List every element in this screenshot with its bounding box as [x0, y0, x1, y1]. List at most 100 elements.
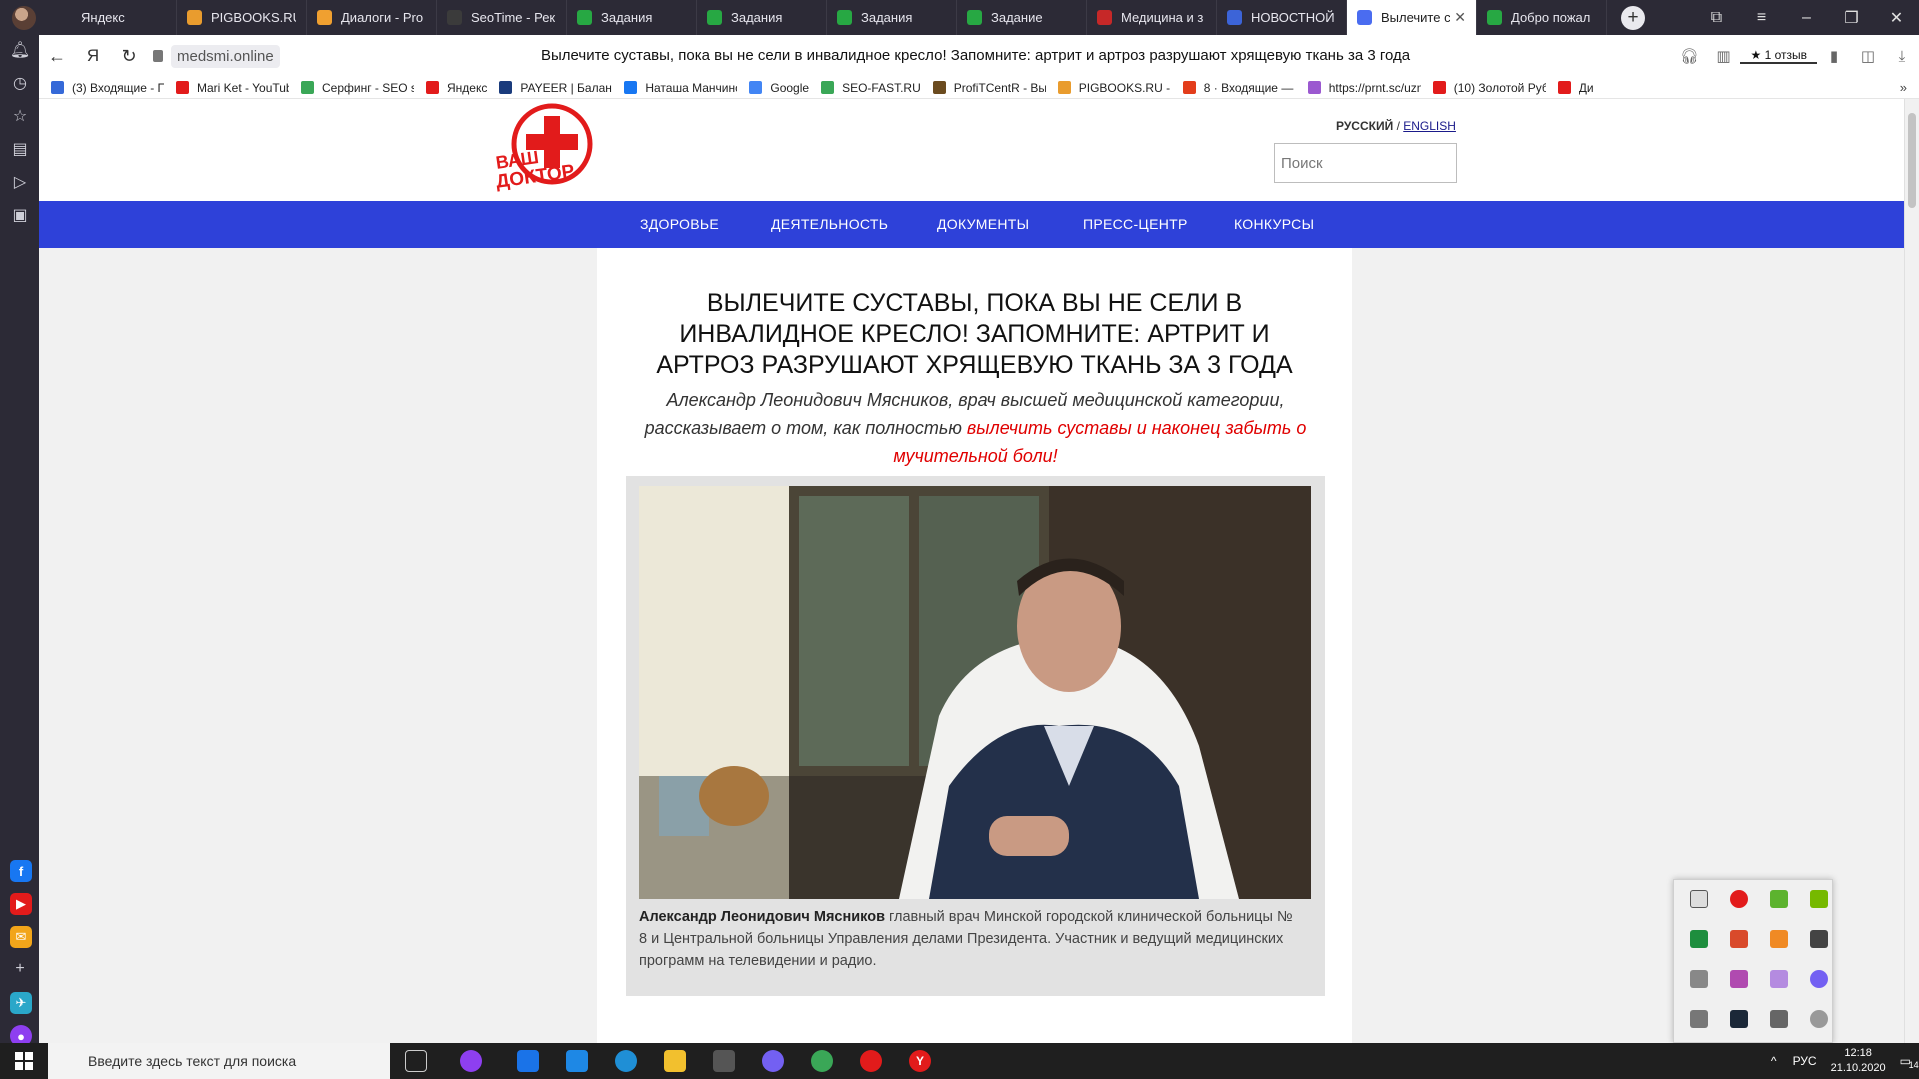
app-tray-icon[interactable]: [1730, 970, 1748, 988]
mail-taskbar-icon[interactable]: [517, 1050, 539, 1072]
chrome-icon[interactable]: [811, 1050, 833, 1072]
file-explorer-icon[interactable]: [664, 1050, 686, 1072]
youtube-icon[interactable]: ▶: [10, 893, 32, 915]
browser-tab[interactable]: НОВОСТНОЙ: [1217, 0, 1347, 35]
messenger-icon[interactable]: ✈: [10, 992, 32, 1014]
nav-documents[interactable]: ДОКУМЕНТЫ: [937, 216, 1029, 232]
sync-icon[interactable]: [1810, 930, 1828, 948]
collections-icon[interactable]: ▤: [10, 139, 30, 159]
mail-icon[interactable]: ✉: [10, 926, 32, 948]
bookmark-item[interactable]: Серфинг - SEO spr: [301, 81, 414, 95]
lang-ru-link[interactable]: РУССКИЙ: [1336, 119, 1393, 133]
clock[interactable]: 12:18 21.10.2020: [1831, 1046, 1886, 1076]
close-window-button[interactable]: ✕: [1874, 8, 1919, 28]
add-app-icon[interactable]: +: [10, 959, 30, 979]
feather-icon[interactable]: [1770, 970, 1788, 988]
nav-press-center[interactable]: ПРЕСС-ЦЕНТР: [1083, 216, 1188, 232]
bookmark-item[interactable]: Наташа Манчинск: [624, 81, 737, 95]
headphones-icon[interactable]: 🎧︎: [1672, 47, 1706, 65]
play-icon[interactable]: ▷: [10, 172, 30, 192]
history-icon[interactable]: ◷: [10, 73, 30, 93]
viber-tray-icon[interactable]: [1810, 970, 1828, 988]
browser-tab[interactable]: Добро пожал: [1477, 0, 1607, 35]
store-icon[interactable]: [713, 1050, 735, 1072]
menu-icon[interactable]: ≡: [1739, 9, 1784, 27]
task-view-icon[interactable]: [405, 1050, 427, 1072]
language-indicator[interactable]: РУС: [1793, 1054, 1817, 1068]
facebook-icon[interactable]: f: [10, 860, 32, 882]
start-button[interactable]: [0, 1043, 48, 1079]
bookmark-icon[interactable]: ▮: [1817, 47, 1851, 65]
url-text[interactable]: medsmi.online: [171, 44, 280, 68]
tray-expand-icon[interactable]: ^: [1771, 1054, 1777, 1068]
lang-en-link[interactable]: ENGLISH: [1403, 119, 1456, 133]
browser-tab[interactable]: Диалоги - Pro: [307, 0, 437, 35]
minimize-button[interactable]: –: [1784, 9, 1829, 27]
nav-activity[interactable]: ДЕЯТЕЛЬНОСТЬ: [771, 216, 888, 232]
audio-icon[interactable]: [1730, 930, 1748, 948]
browser-tab[interactable]: Задания: [827, 0, 957, 35]
profile-avatar[interactable]: [0, 0, 47, 35]
close-tab-icon[interactable]: ✕: [1450, 9, 1466, 26]
bookmark-item[interactable]: PAYEER | Баланс: [499, 81, 612, 95]
bookmark-item[interactable]: 8 · Входящие — Я: [1182, 81, 1296, 95]
edge-icon[interactable]: [615, 1050, 637, 1072]
browser-tab[interactable]: Задания: [567, 0, 697, 35]
browser-tab[interactable]: Задания: [697, 0, 827, 35]
site-search-input[interactable]: Поиск: [1274, 143, 1457, 183]
bell-icon[interactable]: 🔔︎: [10, 40, 30, 60]
shield-icon[interactable]: [1690, 930, 1708, 948]
browser-tab[interactable]: Задание: [957, 0, 1087, 35]
arrow-tray-icon[interactable]: [1690, 970, 1708, 988]
notifications-icon[interactable]: ▭ 14: [1900, 1054, 1919, 1070]
reader-icon[interactable]: ▥: [1706, 47, 1740, 65]
download-icon[interactable]: ⤓: [1885, 48, 1919, 65]
taskbar-search-input[interactable]: Введите здесь текст для поиска: [48, 1043, 390, 1079]
new-tab-button[interactable]: +: [1621, 5, 1645, 30]
bookmark-item[interactable]: Яндекс: [426, 81, 487, 95]
bookmark-item[interactable]: Ди: [1557, 81, 1594, 95]
bookmark-item[interactable]: SEO-FAST.RU: [821, 81, 921, 95]
opera-icon[interactable]: [860, 1050, 882, 1072]
bookmark-item[interactable]: PIGBOOKS.RU - Сч: [1057, 81, 1171, 95]
page-scrollbar[interactable]: [1904, 99, 1919, 1043]
nav-health[interactable]: ЗДОРОВЬЕ: [640, 216, 719, 232]
yandex-logo-icon[interactable]: Я: [75, 46, 111, 66]
skype-icon[interactable]: [1810, 1010, 1828, 1028]
nav-contests[interactable]: КОНКУРСЫ: [1234, 216, 1314, 232]
browser-tab[interactable]: Вылечите с ✕: [1347, 0, 1477, 35]
speaker-icon[interactable]: [1770, 1010, 1788, 1028]
yandex-tray-icon[interactable]: [1730, 890, 1748, 908]
back-arrow-icon[interactable]: ←: [39, 46, 75, 67]
bookmark-item[interactable]: https://prnt.sc/uzm: [1307, 81, 1421, 95]
bookmark-item[interactable]: Google: [749, 81, 809, 95]
bookmark-item[interactable]: (10) Золотой Рубл: [1432, 81, 1546, 95]
tablets-icon[interactable]: ⧉: [1694, 9, 1739, 27]
steam-icon[interactable]: [1730, 1010, 1748, 1028]
viber-icon[interactable]: [762, 1050, 784, 1072]
bookmark-item[interactable]: ProfiTCentR - Выв: [932, 81, 1046, 95]
calendar-icon[interactable]: ▣: [10, 205, 30, 225]
reload-icon[interactable]: ↻: [111, 46, 147, 67]
yandex-browser-icon[interactable]: Y: [909, 1050, 931, 1072]
download-tray-icon[interactable]: [1770, 890, 1788, 908]
url-field[interactable]: medsmi.online: [153, 44, 280, 68]
bookmark-item[interactable]: (3) Входящие - По: [51, 81, 164, 95]
wifi-icon[interactable]: [1690, 1010, 1708, 1028]
alice-taskbar-icon[interactable]: [460, 1050, 482, 1072]
browser-tab[interactable]: Медицина и з: [1087, 0, 1217, 35]
nvidia-icon[interactable]: [1810, 890, 1828, 908]
restore-button[interactable]: ❐: [1829, 8, 1874, 28]
site-logo[interactable]: ВАШ ДОКТОР: [494, 102, 598, 193]
more-bookmarks-icon[interactable]: »: [1900, 80, 1907, 95]
browser-tab[interactable]: Яндекс: [47, 0, 177, 35]
metamask-icon[interactable]: [1770, 930, 1788, 948]
extensions-icon[interactable]: ◫: [1851, 47, 1885, 65]
bookmark-item[interactable]: Mari Ket - YouTube: [176, 81, 289, 95]
scrollbar-thumb[interactable]: [1908, 113, 1916, 208]
star-icon[interactable]: ☆: [10, 106, 30, 126]
browser-tab[interactable]: SeoTime - Рек: [437, 0, 567, 35]
reviews-button[interactable]: ★ 1 отзыв: [1740, 48, 1817, 64]
usb-icon[interactable]: [1690, 890, 1708, 908]
browser-tab[interactable]: PIGBOOKS.RU: [177, 0, 307, 35]
